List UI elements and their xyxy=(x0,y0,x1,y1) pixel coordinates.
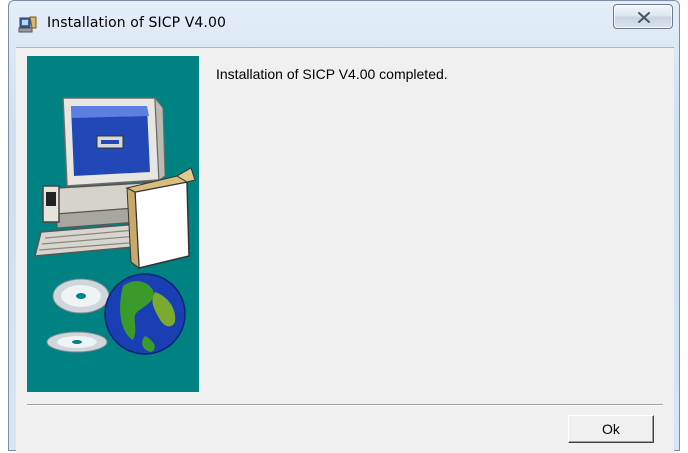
title-bar[interactable]: Installation of SICP V4.00 xyxy=(9,1,679,47)
installer-icon xyxy=(18,14,38,34)
ok-button[interactable]: Ok xyxy=(568,415,654,443)
close-icon xyxy=(638,12,650,23)
keyboard-icon xyxy=(34,223,146,257)
globe-icon xyxy=(104,273,186,355)
divider xyxy=(27,404,663,406)
completion-message: Installation of SICP V4.00 completed. xyxy=(216,66,448,82)
dialog-body: Installation of SICP V4.00 completed. Ok xyxy=(16,47,674,453)
computer-monitor-icon xyxy=(62,96,166,187)
installer-window: Installation of SICP V4.00 Installation … xyxy=(8,0,680,453)
close-button[interactable] xyxy=(613,4,673,29)
cd-icon xyxy=(46,278,110,353)
installer-illustration xyxy=(27,56,199,392)
window-title: Installation of SICP V4.00 xyxy=(47,15,226,31)
